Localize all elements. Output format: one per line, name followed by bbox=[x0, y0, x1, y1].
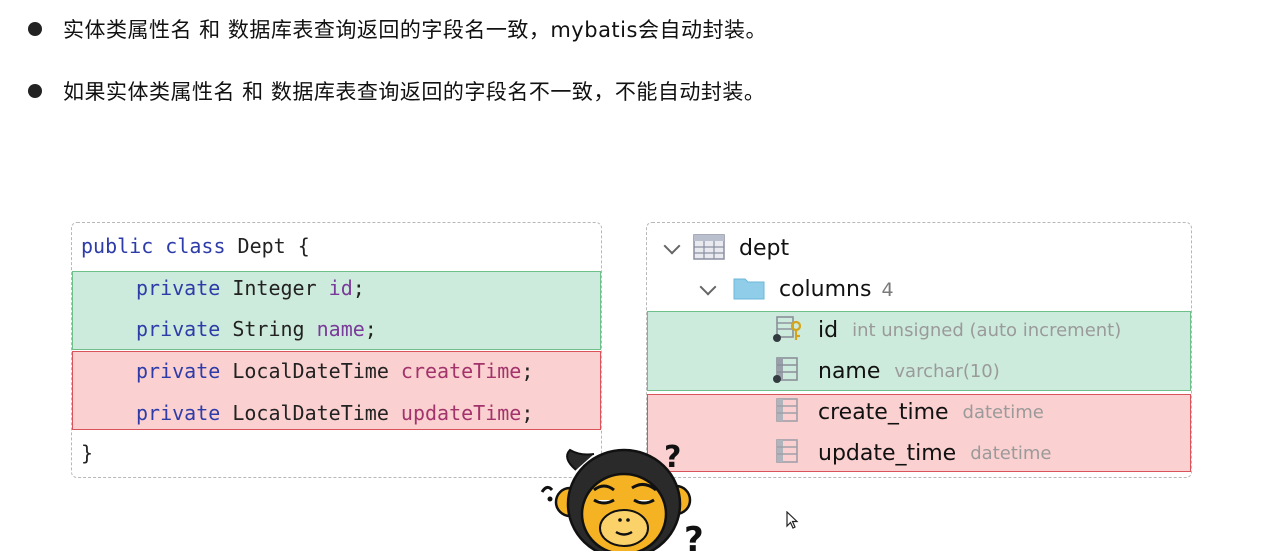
column-type-create-time: datetime bbox=[962, 402, 1044, 423]
column-icon bbox=[772, 438, 806, 470]
column-row-update-time[interactable]: update_time datetime bbox=[647, 433, 1191, 474]
column-row-create-time[interactable]: create_time datetime bbox=[647, 392, 1191, 433]
code-line-create-time: private LocalDateTime createTime; bbox=[136, 359, 534, 383]
table-name: dept bbox=[739, 236, 790, 261]
code-line-id: private Integer id; bbox=[136, 276, 365, 300]
code-panel: public class Dept { private Integer id; … bbox=[71, 222, 602, 478]
code-line-class-decl: public class Dept { bbox=[81, 234, 310, 258]
mouse-cursor-icon bbox=[786, 510, 800, 535]
code-line-update-time: private LocalDateTime updateTime; bbox=[136, 401, 534, 425]
column-name-create-time: create_time bbox=[818, 400, 949, 425]
bullet-text-2: 如果实体类属性名 和 数据库表查询返回的字段名不一致，不能自动封装。 bbox=[63, 80, 766, 104]
chevron-down-icon[interactable] bbox=[663, 237, 681, 254]
database-tree-panel: dept columns 4 id int unsigned (auto inc… bbox=[646, 222, 1192, 478]
column-icon bbox=[772, 397, 806, 429]
key-column-icon bbox=[772, 315, 806, 347]
tree-node-columns[interactable]: columns 4 bbox=[647, 269, 1191, 310]
code-line-name: private String name; bbox=[136, 317, 377, 341]
table-icon bbox=[693, 233, 725, 264]
columns-label: columns bbox=[779, 277, 872, 302]
bullet-text-1: 实体类属性名 和 数据库表查询返回的字段名一致，mybatis会自动封装。 bbox=[63, 18, 767, 42]
column-type-update-time: datetime bbox=[970, 443, 1052, 464]
bullet-item-2: 如果实体类属性名 和 数据库表查询返回的字段名不一致，不能自动封装。 bbox=[28, 76, 765, 106]
columns-count: 4 bbox=[881, 278, 894, 301]
column-name-name: name bbox=[818, 359, 881, 384]
column-row-id[interactable]: id int unsigned (auto increment) bbox=[647, 310, 1191, 351]
bullet-dot bbox=[28, 22, 42, 36]
column-type-id: int unsigned (auto increment) bbox=[852, 320, 1122, 341]
column-icon bbox=[772, 356, 806, 388]
bullet-item-1: 实体类属性名 和 数据库表查询返回的字段名一致，mybatis会自动封装。 bbox=[28, 14, 767, 44]
folder-icon bbox=[733, 276, 765, 304]
column-name-id: id bbox=[818, 318, 839, 343]
code-line-closing-brace: } bbox=[81, 441, 94, 465]
tree-node-table[interactable]: dept bbox=[647, 228, 1191, 269]
confused-monkey-icon: ? ? bbox=[536, 440, 716, 555]
column-name-update-time: update_time bbox=[818, 441, 957, 466]
column-row-name[interactable]: name varchar(10) bbox=[647, 351, 1191, 392]
column-type-name: varchar(10) bbox=[894, 361, 1000, 382]
bullet-dot bbox=[28, 84, 42, 98]
svg-text:?: ? bbox=[684, 520, 704, 551]
chevron-down-icon[interactable] bbox=[699, 278, 717, 295]
